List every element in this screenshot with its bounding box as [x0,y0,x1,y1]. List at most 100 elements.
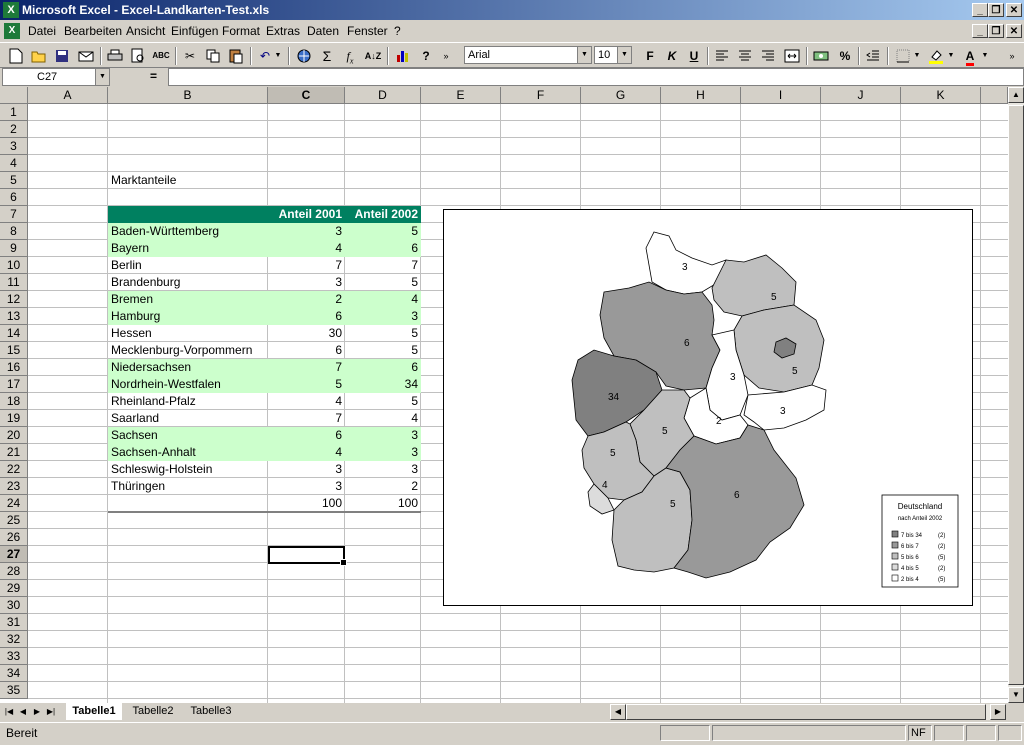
copy-icon[interactable] [203,46,223,66]
save-icon[interactable] [52,46,72,66]
vertical-scroll-thumb[interactable] [1008,105,1024,685]
row-header-20[interactable]: 20 [0,427,28,444]
chart-wizard-icon[interactable] [393,46,413,66]
table-cell-anteil-2002[interactable]: 5 [345,342,421,359]
doc-close-button[interactable]: ✕ [1006,24,1022,38]
fill-color-icon[interactable] [926,46,946,66]
font-size-select[interactable]: 10 ▼ [594,46,632,64]
table-cell-anteil-2001[interactable]: 6 [268,308,345,325]
spellcheck-icon[interactable]: ABC [151,46,171,66]
table-cell-anteil-2002[interactable]: 3 [345,427,421,444]
column-header-j[interactable]: J [821,87,901,104]
table-cell-anteil-2002[interactable]: 4 [345,410,421,427]
row-header-29[interactable]: 29 [0,580,28,597]
row-header-9[interactable]: 9 [0,240,28,257]
germany-map-chart[interactable]: 3 5 6 5 3 34 5 2 3 5 4 5 6 Deutschland n… [443,209,973,606]
new-icon[interactable] [6,46,26,66]
chevron-down-icon[interactable]: ▼ [617,47,631,63]
row-header-15[interactable]: 15 [0,342,28,359]
table-cell-anteil-2002[interactable]: 3 [345,308,421,325]
toolbar-more-icon[interactable]: » [440,46,452,66]
menu-help[interactable]: ? [394,24,401,38]
menu-fenster[interactable]: Fenster [347,24,388,38]
toolbar-more-icon[interactable]: » [1006,46,1018,66]
table-cell-anteil-2002[interactable]: 4 [345,291,421,308]
font-color-dropdown-icon[interactable]: ▼ [980,46,990,66]
table-cell-land[interactable]: Sachsen-Anhalt [108,444,268,461]
row-header-26[interactable]: 26 [0,529,28,546]
row-header-25[interactable]: 25 [0,512,28,529]
row-header-13[interactable]: 13 [0,308,28,325]
row-header-8[interactable]: 8 [0,223,28,240]
chevron-down-icon[interactable]: ▼ [577,47,591,63]
undo-icon[interactable]: ↶ [255,46,275,66]
table-cell-anteil-2001[interactable]: 30 [268,325,345,342]
table-cell-land[interactable]: Sachsen [108,427,268,444]
row-header-4[interactable]: 4 [0,155,28,172]
function-icon[interactable]: fx [340,46,360,66]
title-cell[interactable]: Marktanteile [108,172,268,189]
open-icon[interactable] [29,46,49,66]
first-sheet-icon[interactable]: |◀ [2,705,16,719]
table-header-anteil-2002[interactable]: Anteil 2002 [345,206,421,223]
table-cell-anteil-2002[interactable]: 5 [345,274,421,291]
row-header-31[interactable]: 31 [0,614,28,631]
italic-button[interactable]: K [662,46,682,66]
column-header-b[interactable]: B [108,87,268,104]
column-header-e[interactable]: E [421,87,501,104]
row-header-2[interactable]: 2 [0,121,28,138]
minimize-button[interactable]: _ [972,3,988,17]
hyperlink-icon[interactable] [294,46,314,66]
name-box[interactable]: C27 ▼ [2,68,110,86]
table-header-anteil-2001[interactable]: Anteil 2001 [268,206,345,223]
row-header-3[interactable]: 3 [0,138,28,155]
row-header-28[interactable]: 28 [0,563,28,580]
table-cell-land[interactable]: Brandenburg [108,274,268,291]
help-icon[interactable]: ? [416,46,436,66]
restore-button[interactable]: ❐ [988,3,1004,17]
table-cell-land[interactable]: Thüringen [108,478,268,495]
row-header-17[interactable]: 17 [0,376,28,393]
align-right-icon[interactable] [758,46,778,66]
menu-einfuegen[interactable]: Einfügen [171,24,218,38]
total-2001[interactable]: 100 [268,495,345,512]
font-name-select[interactable]: Arial ▼ [464,46,592,64]
table-cell-anteil-2001[interactable]: 2 [268,291,345,308]
column-header-k[interactable]: K [901,87,981,104]
table-cell-anteil-2001[interactable]: 5 [268,376,345,393]
row-header-19[interactable]: 19 [0,410,28,427]
column-header-h[interactable]: H [661,87,741,104]
table-cell-anteil-2001[interactable]: 4 [268,240,345,257]
row-header-16[interactable]: 16 [0,359,28,376]
tab-tabelle1[interactable]: Tabelle1 [66,703,122,720]
row-header-33[interactable]: 33 [0,648,28,665]
table-cell-land[interactable]: Saarland [108,410,268,427]
column-header-a[interactable]: A [28,87,108,104]
row-header-18[interactable]: 18 [0,393,28,410]
vertical-scrollbar[interactable]: ▲ ▼ [1008,87,1024,703]
column-header-d[interactable]: D [345,87,421,104]
menu-extras[interactable]: Extras [266,24,300,38]
table-cell-land[interactable]: Niedersachsen [108,359,268,376]
undo-dropdown-icon[interactable]: ▼ [273,46,283,66]
table-cell-land[interactable]: Hessen [108,325,268,342]
excel-icon[interactable]: X [3,2,19,18]
map-legend[interactable]: Deutschland nach Anteil 2002 7 bis 34 (2)… [881,494,959,588]
table-cell-anteil-2001[interactable]: 3 [268,274,345,291]
table-cell-anteil-2002[interactable]: 6 [345,359,421,376]
column-header-l[interactable] [981,87,1008,104]
fill-handle[interactable] [340,559,347,566]
workbook-icon[interactable]: X [4,23,20,39]
table-cell-anteil-2001[interactable]: 7 [268,410,345,427]
underline-button[interactable]: U [684,46,704,66]
menu-bearbeiten[interactable]: Bearbeiten [64,24,122,38]
formula-input[interactable] [168,68,1024,86]
table-cell-land[interactable]: Bayern [108,240,268,257]
table-cell-anteil-2002[interactable]: 34 [345,376,421,393]
active-cell-c27[interactable] [268,546,347,566]
font-color-icon[interactable]: A [960,46,980,66]
fill-color-dropdown-icon[interactable]: ▼ [946,46,956,66]
horizontal-scroll-thumb[interactable] [626,704,986,720]
select-all-corner[interactable] [0,87,28,104]
tab-tabelle3[interactable]: Tabelle3 [184,703,238,720]
